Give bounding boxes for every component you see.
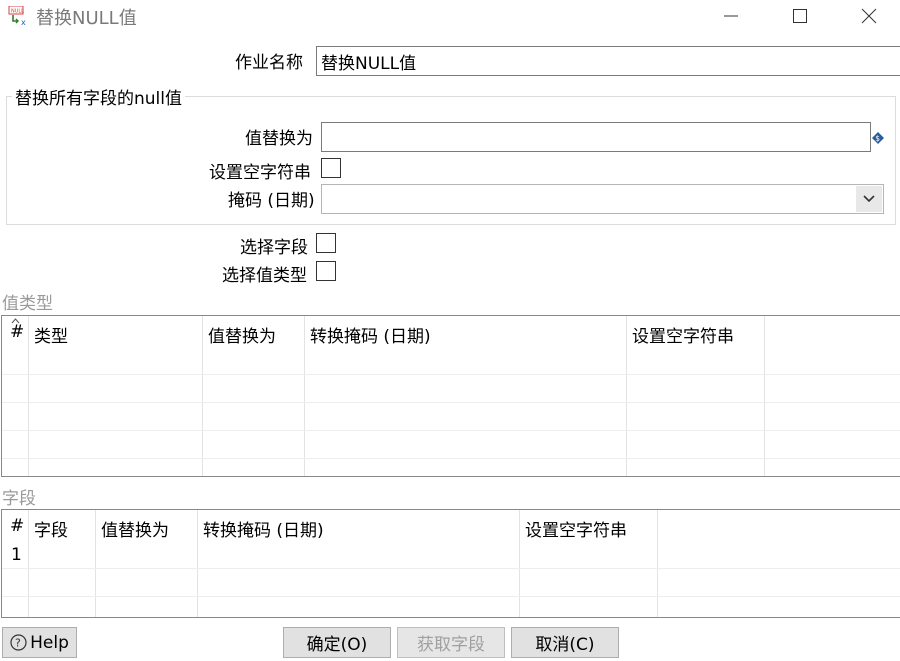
help-button[interactable]: ? Help xyxy=(2,627,77,658)
mask-date-combobox[interactable] xyxy=(321,184,884,214)
replace-value-label: 值替换为 xyxy=(245,129,313,149)
replace-value-input[interactable] xyxy=(321,122,871,152)
svg-text:x: x xyxy=(21,18,26,26)
maximize-button[interactable] xyxy=(777,0,823,32)
minimize-icon xyxy=(724,15,738,17)
chevron-down-icon[interactable] xyxy=(856,186,882,212)
column-header[interactable]: 字段 xyxy=(34,516,68,541)
column-header[interactable]: 设置空字符串 xyxy=(525,516,627,541)
set-empty-string-checkbox[interactable] xyxy=(321,158,341,178)
svg-text:?: ? xyxy=(15,637,21,650)
column-header[interactable]: 转换掩码 (日期) xyxy=(310,322,431,347)
column-header[interactable]: 类型 xyxy=(34,322,68,347)
svg-text:NULL: NULL xyxy=(11,9,24,15)
help-button-label: Help xyxy=(30,632,69,653)
column-header[interactable]: 值替换为 xyxy=(208,322,276,347)
cancel-button-label: 取消(C) xyxy=(535,635,595,655)
select-fields-checkbox[interactable] xyxy=(316,233,336,253)
value-types-table[interactable]: # 类型 值替换为 转换掩码 (日期) 设置空字符串 xyxy=(1,315,900,477)
job-name-input[interactable] xyxy=(316,46,900,76)
ok-button-label: 确定(O) xyxy=(306,635,368,655)
window-title: 替换NULL值 xyxy=(36,8,137,29)
minimize-button[interactable] xyxy=(708,0,754,32)
cancel-button[interactable]: 取消(C) xyxy=(511,627,619,658)
get-fields-button-label: 获取字段 xyxy=(417,635,485,655)
set-empty-string-label: 设置空字符串 xyxy=(209,163,311,183)
select-value-types-checkbox[interactable] xyxy=(316,261,336,281)
column-header[interactable]: 值替换为 xyxy=(101,516,169,541)
replace-all-group-title: 替换所有字段的null值 xyxy=(12,84,185,109)
select-value-types-label: 选择值类型 xyxy=(222,266,307,286)
row-index[interactable]: 1 xyxy=(11,545,22,565)
close-icon xyxy=(861,8,877,24)
close-button[interactable] xyxy=(846,0,892,32)
get-fields-button[interactable]: 获取字段 xyxy=(397,627,505,658)
value-types-title: 值类型 xyxy=(2,294,53,314)
job-name-label: 作业名称 xyxy=(235,53,303,73)
mask-date-label: 掩码 (日期) xyxy=(228,191,315,211)
column-header[interactable]: 转换掩码 (日期) xyxy=(203,516,324,541)
fields-title: 字段 xyxy=(2,489,36,509)
fields-table[interactable]: # 字段 值替换为 转换掩码 (日期) 设置空字符串 1 xyxy=(1,509,900,618)
column-header[interactable]: # xyxy=(10,516,24,536)
select-fields-label: 选择字段 xyxy=(240,238,308,258)
variable-icon[interactable]: $ xyxy=(872,129,884,144)
title-bar: NULL x 替换NULL值 xyxy=(0,0,900,32)
svg-text:$: $ xyxy=(875,134,880,143)
column-header[interactable]: 设置空字符串 xyxy=(632,322,734,347)
ok-button[interactable]: 确定(O) xyxy=(283,627,391,658)
help-icon: ? xyxy=(10,634,27,651)
maximize-icon xyxy=(793,9,807,23)
app-icon: NULL x xyxy=(8,5,30,27)
column-header[interactable]: # xyxy=(10,322,24,342)
